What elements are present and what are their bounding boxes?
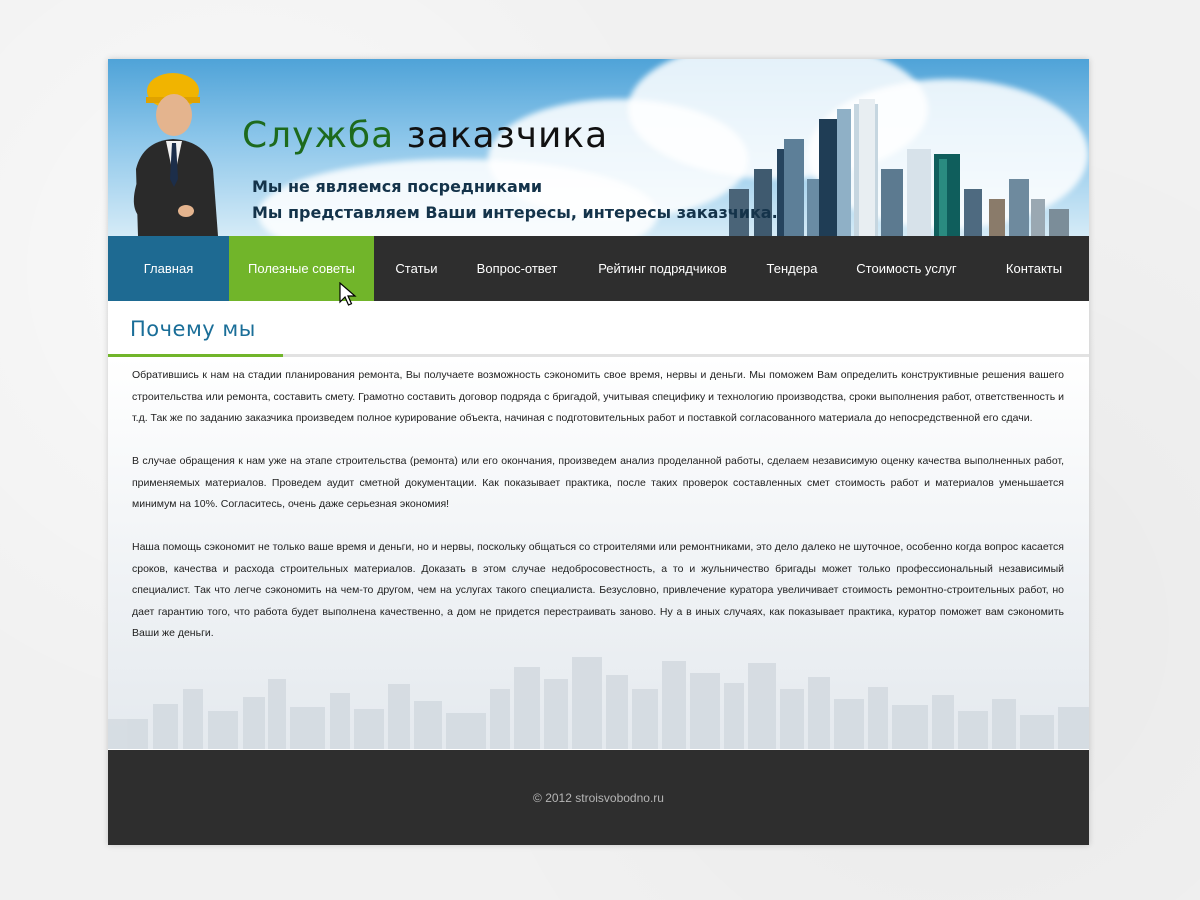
- paragraph: В случае обращения к нам уже на этапе ст…: [132, 455, 1064, 510]
- nav-item-useful-tips-label: Полезные советы: [248, 261, 355, 276]
- slogan-line-1: Мы не являемся посредниками: [252, 177, 543, 196]
- person-hardhat-image: [133, 73, 218, 236]
- header-banner: Служба заказчика Мы не являемся посредни…: [108, 59, 1089, 236]
- nav-item-articles[interactable]: Статьи: [374, 236, 459, 301]
- nav-item-useful-tips[interactable]: Полезные советы: [229, 236, 374, 306]
- site-title-part2: заказчика: [406, 115, 609, 156]
- paragraph: Наша помощь сэкономит не только ваше вре…: [132, 541, 1064, 639]
- nav-item-qa[interactable]: Вопрос-ответ: [459, 236, 575, 301]
- site-title: Служба заказчика: [242, 115, 608, 156]
- content-area: Обратившись к нам на стадии планирования…: [108, 357, 1089, 749]
- copyright-text: © 2012 stroisvobodno.ru: [533, 790, 664, 805]
- paragraph: Обратившись к нам на стадии планирования…: [132, 369, 1064, 424]
- site-title-part1: Служба: [242, 115, 395, 156]
- footer: © 2012 stroisvobodno.ru: [108, 750, 1089, 845]
- nav-item-service-cost[interactable]: Стоимость услуг: [834, 236, 979, 301]
- nav-item-tenders[interactable]: Тендера: [750, 236, 834, 301]
- page-container: Служба заказчика Мы не являемся посредни…: [108, 59, 1089, 845]
- nav-item-contacts[interactable]: Контакты: [979, 236, 1089, 301]
- main-navigation: Главная Полезные советы Статьи Вопрос-от…: [108, 236, 1089, 306]
- slogan-line-2: Мы представляем Ваши интересы, интересы …: [252, 203, 778, 222]
- nav-item-contractor-rating[interactable]: Рейтинг подрядчиков: [575, 236, 750, 301]
- article-text: Обратившись к нам на стадии планирования…: [132, 365, 1064, 666]
- mouse-pointer-icon: [339, 282, 357, 306]
- section-title: Почему мы: [130, 317, 256, 341]
- nav-item-home[interactable]: Главная: [108, 236, 229, 301]
